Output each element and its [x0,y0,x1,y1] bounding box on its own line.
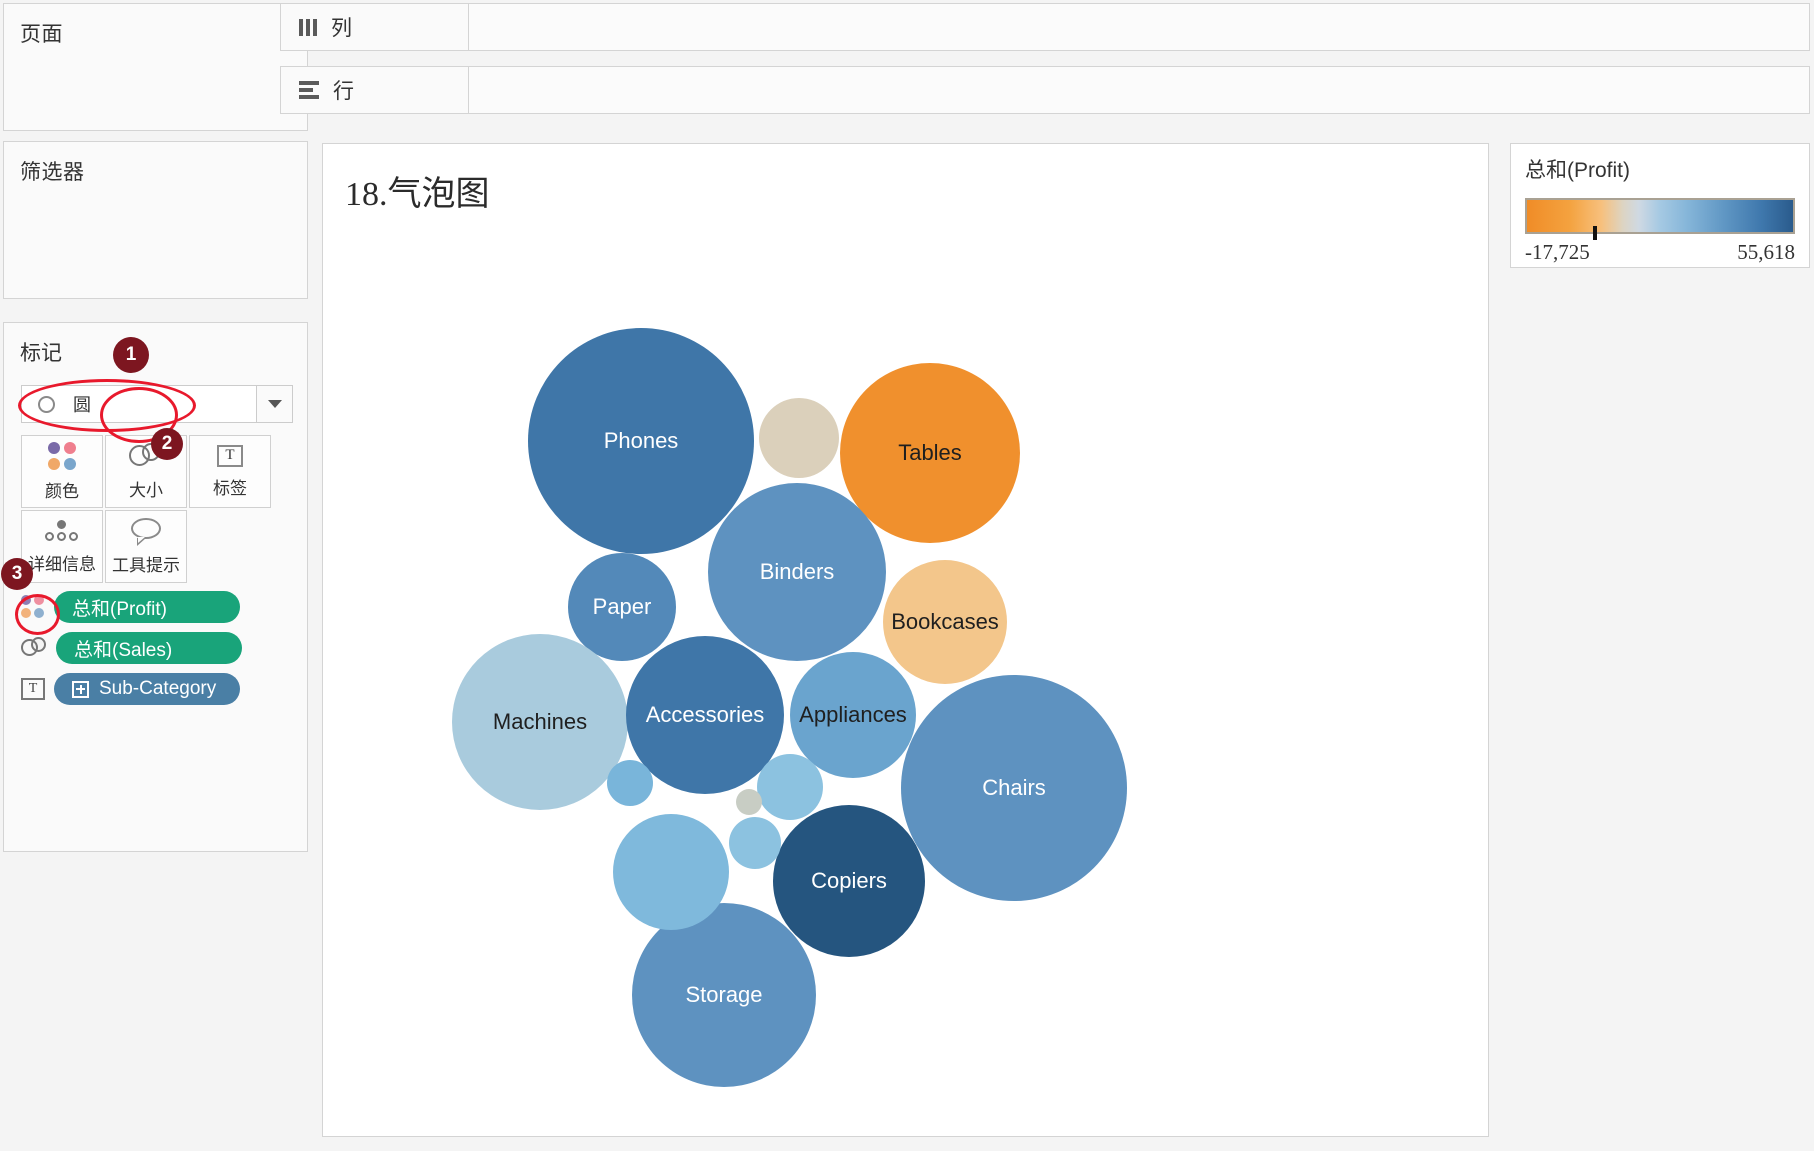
tooltip-button[interactable]: 工具提示 [105,510,187,583]
color-legend[interactable]: 总和(Profit) -17,725 55,618 [1510,143,1810,268]
circle-icon [38,395,55,413]
pill-sum-profit[interactable]: 总和(Profit) [54,591,240,623]
tableau-worksheet: 页面 筛选器 标记 圆 颜色 大小 T 标签 详细信息 工具提示 总和(Prof… [0,0,1814,1151]
bubble-binders[interactable] [708,483,886,661]
bubble-machines[interactable] [452,634,628,810]
bubble-unlabeled-16[interactable] [736,789,762,815]
bubble-storage[interactable] [632,903,816,1087]
rows-shelf-label: 行 [333,80,354,103]
size-circles-icon[interactable] [21,637,47,659]
columns-shelf[interactable]: 列 [280,3,1810,51]
color-dots-icon[interactable] [21,595,45,619]
bubble-unlabeled-12[interactable] [613,814,729,930]
bubble-unlabeled-2[interactable] [759,398,839,478]
marks-card-title: 标记 [20,342,62,365]
rows-shelf-tag: 行 [281,67,469,113]
marks-pill-profit-row: 总和(Profit) [21,591,240,623]
label-text-icon: T [217,444,243,467]
marks-pill-sales-row: 总和(Sales) [21,632,242,664]
chevron-down-icon [267,400,282,408]
color-legend-max-value: 55,618 [1737,240,1795,264]
rows-icon [299,81,319,99]
bubble-unlabeled-15[interactable] [729,817,781,869]
left-sidebar: 页面 筛选器 标记 圆 颜色 大小 T 标签 详细信息 工具提示 总和(Prof… [0,0,312,1151]
marks-pill-subcategory-row: T Sub-Category [21,673,240,705]
filters-shelf[interactable]: 筛选器 [3,141,308,299]
annotation-badge-3: 3 [1,558,33,590]
columns-shelf-tag: 列 [281,4,469,50]
annotation-badge-2: 2 [151,428,183,460]
bubble-tables[interactable] [840,363,1020,543]
color-legend-title: 总和(Profit) [1525,159,1630,182]
columns-dropzone[interactable] [469,4,1809,50]
detail-button[interactable]: 详细信息 [21,510,103,583]
color-legend-tick-marker [1592,226,1597,240]
bubble-paper[interactable] [568,553,676,661]
annotation-badge-1: 1 [113,337,149,373]
columns-shelf-label: 列 [331,17,352,40]
bubble-unlabeled-13[interactable] [757,754,823,820]
mark-type-current[interactable]: 圆 [22,386,256,422]
mark-type-label: 圆 [73,395,91,415]
pages-shelf-title: 页面 [20,23,63,46]
tooltip-bubble-icon [131,517,161,546]
detail-button-label: 详细信息 [28,554,96,574]
plus-icon[interactable] [72,680,89,698]
columns-icon [299,18,317,36]
bubble-phones[interactable] [528,328,754,554]
filters-shelf-title: 筛选器 [20,161,85,184]
color-button-label: 颜色 [45,481,79,501]
bubble-unlabeled-14[interactable] [607,760,653,806]
color-dots-icon [48,441,76,470]
color-legend-ramp-wrapper [1525,198,1795,240]
rows-shelf[interactable]: 行 [280,66,1810,114]
tooltip-button-label: 工具提示 [112,555,180,575]
color-button[interactable]: 颜色 [21,435,103,508]
bubble-copiers[interactable] [773,805,925,957]
color-legend-scale: -17,725 55,618 [1511,234,1809,265]
detail-dots-icon [45,519,79,543]
pill-sum-sales[interactable]: 总和(Sales) [56,632,242,664]
bubble-bookcases[interactable] [883,560,1007,684]
mark-type-dropdown-button[interactable] [256,386,292,422]
color-legend-min-value: -17,725 [1525,240,1590,264]
label-button-label: 标签 [213,478,247,498]
marks-card: 标记 圆 颜色 大小 T 标签 详细信息 工具提示 总和(Profit) 总和(… [3,322,308,852]
pages-shelf[interactable]: 页面 [3,3,308,131]
bubble-chairs[interactable] [901,675,1127,901]
color-gradient-bar[interactable] [1525,198,1795,234]
label-text-icon[interactable]: T [21,678,45,700]
bubble-chart[interactable]: Phones Tables Binders Bookcases Paper Machine… [323,144,1488,1136]
visualization-canvas[interactable]: 18.气泡图 Phones Tables Binders Bookcases Paper… [322,143,1489,1137]
pill-sub-category[interactable]: Sub-Category [54,673,240,705]
rows-dropzone[interactable] [469,67,1809,113]
pill-sub-category-label: Sub-Category [99,678,217,699]
label-button[interactable]: T 标签 [189,435,271,508]
mark-type-selector[interactable]: 圆 [21,385,293,423]
size-button-label: 大小 [129,480,163,500]
